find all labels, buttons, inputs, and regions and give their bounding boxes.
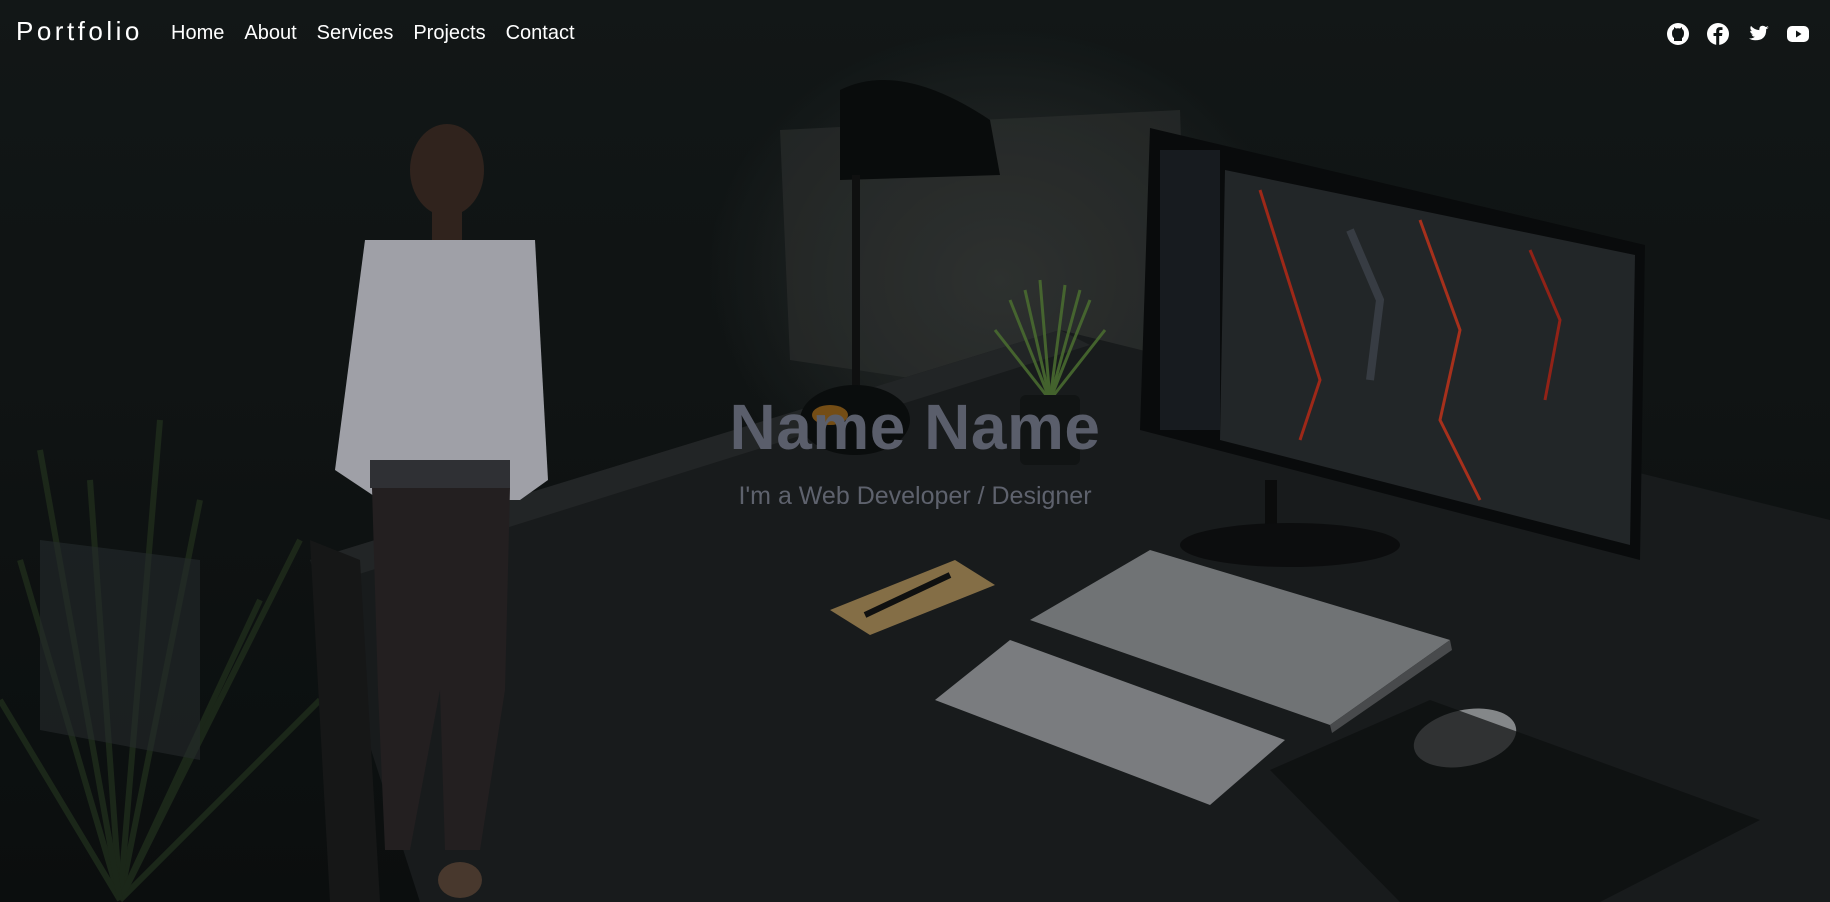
github-icon[interactable] bbox=[1666, 22, 1690, 46]
hero-text: Name Name I'm a Web Developer / Designer bbox=[0, 390, 1830, 511]
youtube-icon[interactable] bbox=[1786, 22, 1810, 46]
nav-link-projects[interactable]: Projects bbox=[413, 22, 485, 45]
nav-link-services[interactable]: Services bbox=[317, 22, 394, 45]
navbar: Portfolio Home About Services Projects C… bbox=[0, 0, 1830, 70]
nav-link-home[interactable]: Home bbox=[171, 22, 224, 45]
brand-logo[interactable]: Portfolio bbox=[16, 16, 143, 47]
social-links bbox=[1650, 22, 1810, 46]
hero-name: Name Name bbox=[729, 391, 1101, 463]
facebook-icon[interactable] bbox=[1706, 22, 1730, 46]
twitter-icon[interactable] bbox=[1746, 22, 1770, 46]
hero-subtitle: I'm a Web Developer / Designer bbox=[738, 482, 1092, 510]
nav-link-about[interactable]: About bbox=[244, 22, 296, 45]
nav-link-contact[interactable]: Contact bbox=[506, 22, 575, 45]
nav-links: Home About Services Projects Contact bbox=[171, 22, 595, 45]
